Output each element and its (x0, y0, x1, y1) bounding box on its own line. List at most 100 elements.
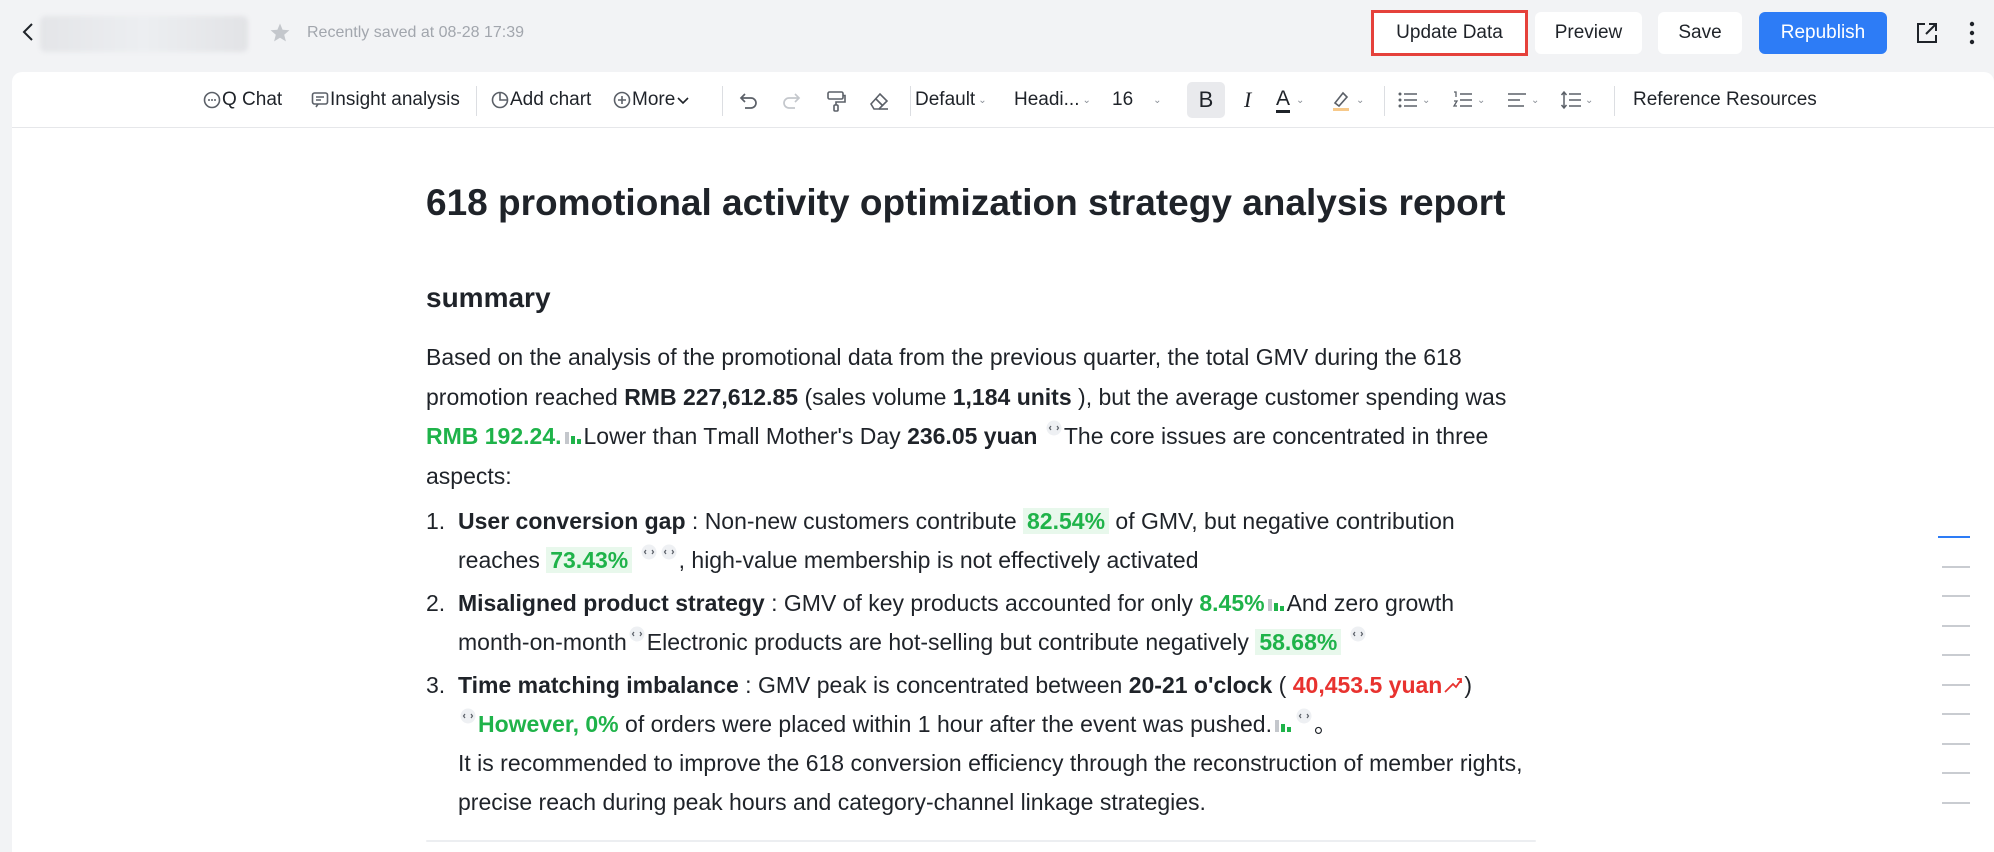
eraser-icon[interactable] (867, 89, 891, 113)
item-text: Electronic products are hot-selling but … (646, 629, 1256, 655)
reference-resources-button[interactable]: Reference Resources (1633, 72, 1817, 128)
item-heading: Time matching imbalance (458, 672, 739, 698)
list-item[interactable]: 1. User conversion gap : Non-new custome… (426, 502, 1526, 580)
time-range-value: 20-21 o'clock (1128, 672, 1273, 698)
outline-marker[interactable] (1942, 772, 1970, 774)
outline-marker[interactable] (1942, 595, 1970, 597)
source-link-icon[interactable] (641, 544, 657, 560)
save-button[interactable]: Save (1658, 12, 1742, 54)
outline-marker[interactable] (1942, 801, 1970, 804)
heading-style-select[interactable]: Headi... ⌄ (1014, 72, 1091, 128)
outline-marker[interactable] (1938, 536, 1970, 538)
add-chart-button[interactable]: Add chart (490, 72, 591, 128)
outline-marker[interactable] (1942, 565, 1970, 568)
font-color-button[interactable]: A ⌄ (1276, 72, 1304, 128)
item-text: ) (1464, 672, 1473, 698)
gmv-value: RMB 227,612.85 (624, 383, 799, 410)
item-text: : GMV of key products accounted for only (764, 590, 1200, 616)
bold-button[interactable]: B (1187, 82, 1225, 118)
item-text: : GMV peak is concentrated between (738, 672, 1129, 698)
source-link-icon[interactable] (1296, 708, 1312, 724)
document-outline[interactable] (1938, 536, 1970, 831)
bullet-list-button[interactable]: ⌄ (1397, 72, 1430, 128)
font-family-value: Default (915, 89, 976, 110)
top-bar: Recently saved at 08-28 17:39 Update Dat… (0, 0, 1994, 70)
units-value: 1,184 units (952, 383, 1072, 410)
outline-marker[interactable] (1942, 742, 1970, 745)
plus-circle-icon (613, 91, 631, 109)
mothers-day-value: 236.05 yuan (907, 423, 1038, 449)
metric-value: 8.45% (1199, 590, 1265, 616)
insight-analysis-button[interactable]: Insight analysis (310, 72, 460, 128)
recommendation-text: It is recommended to improve the 618 con… (458, 750, 1523, 815)
editor-toolbar: Q Chat Insight analysis Add chart More D… (12, 72, 1994, 128)
editor-card: Q Chat Insight analysis Add chart More D… (12, 72, 1994, 852)
source-link-icon[interactable] (1046, 420, 1062, 436)
font-size-select[interactable]: 16 ⌄ (1112, 72, 1172, 128)
highlighter-icon (1333, 91, 1349, 111)
source-link-icon[interactable] (1350, 626, 1366, 642)
mini-bar-chart-icon[interactable] (563, 426, 583, 446)
update-data-button[interactable]: Update Data (1371, 10, 1528, 56)
format-painter-icon[interactable] (824, 89, 848, 113)
preview-button[interactable]: Preview (1535, 12, 1642, 54)
item-heading: Misaligned product strategy (458, 590, 765, 616)
list-item[interactable]: 3. Time matching imbalance : GMV peak is… (426, 666, 1526, 822)
q-chat-label: Q Chat (222, 89, 283, 110)
republish-button[interactable]: Republish (1759, 12, 1887, 54)
outline-marker[interactable] (1942, 624, 1970, 627)
list-number: 3. (426, 672, 446, 698)
mini-bar-chart-icon[interactable] (1273, 714, 1293, 734)
italic-button[interactable]: I (1244, 72, 1251, 128)
undo-icon[interactable] (736, 90, 760, 112)
more-options-icon[interactable] (1968, 20, 1976, 46)
outline-marker[interactable] (1942, 683, 1970, 686)
next-block-edge (426, 840, 1536, 842)
bullet-list-icon (1398, 92, 1417, 108)
chat-icon (203, 91, 221, 109)
source-link-icon[interactable] (460, 708, 476, 724)
item-heading: User conversion gap (458, 508, 686, 534)
numbered-list-button[interactable]: ⌄ (1452, 72, 1485, 128)
source-link-icon[interactable] (629, 626, 645, 642)
document-name-blurred[interactable] (40, 16, 248, 52)
saved-status: Recently saved at 08-28 17:39 (307, 24, 525, 41)
item-text: ( (1272, 672, 1293, 698)
document-title[interactable]: 618 promotional activity optimization st… (426, 182, 1505, 224)
back-arrow-icon[interactable] (18, 20, 40, 44)
summary-text: Lower than Tmall Mother's Day (583, 423, 908, 449)
numbered-list-icon (1452, 91, 1472, 107)
avg-spending-value: RMB 192.24. (426, 423, 562, 449)
star-icon[interactable] (268, 21, 292, 45)
issues-list: 1. User conversion gap : Non-new custome… (426, 502, 1526, 826)
mini-bar-chart-icon[interactable] (1266, 593, 1286, 613)
align-left-icon (1508, 93, 1526, 107)
item-text: of orders were placed within 1 hour afte… (618, 711, 1272, 737)
trend-up-icon[interactable] (1443, 675, 1463, 695)
list-item[interactable]: 2. Misaligned product strategy : GMV of … (426, 584, 1526, 662)
summary-paragraph[interactable]: Based on the analysis of the promotional… (426, 338, 1526, 496)
redo-icon[interactable] (780, 90, 804, 112)
open-external-icon[interactable] (1914, 20, 1940, 46)
item-text: 。 (1313, 711, 1337, 737)
metric-value: 73.43% (546, 547, 633, 573)
insight-icon (311, 92, 329, 108)
metric-value: 58.68% (1255, 629, 1342, 655)
font-family-select[interactable]: Default ⌄ (915, 72, 987, 128)
pie-chart-icon (491, 91, 509, 109)
more-button[interactable]: More (612, 72, 691, 128)
line-spacing-icon (1560, 90, 1581, 110)
outline-marker[interactable] (1942, 713, 1970, 715)
align-button[interactable]: ⌄ (1506, 72, 1539, 128)
summary-text: ), but the average customer spending was (1071, 383, 1507, 410)
outline-marker[interactable] (1942, 654, 1970, 656)
metric-value: 82.54% (1023, 508, 1110, 534)
item-text: , high-value membership is not effective… (678, 547, 1199, 573)
source-link-icon[interactable] (661, 544, 677, 560)
highlight-button[interactable]: ⌄ (1330, 72, 1364, 128)
line-height-button[interactable]: ⌄ (1560, 72, 1593, 128)
section-heading[interactable]: summary (426, 282, 551, 314)
item-text: : Non-new customers contribute (685, 508, 1024, 534)
q-chat-button[interactable]: Q Chat (202, 72, 282, 128)
summary-text: (sales volume (798, 383, 953, 410)
